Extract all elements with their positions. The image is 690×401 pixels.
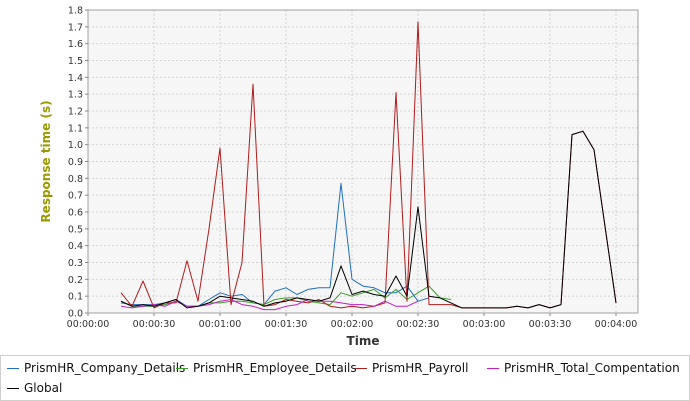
y-tick-label: 1.4 bbox=[68, 73, 83, 84]
chart: 00:00:00 00:00:30 00:01:00 00:01:30 00:02:00… bbox=[0, 0, 690, 401]
y-tick-label: 0.9 bbox=[68, 157, 83, 168]
legend-label-global: Global bbox=[24, 381, 63, 395]
x-tick-label: 00:01:00 bbox=[199, 319, 242, 330]
y-axis-title: Response time (s) bbox=[39, 100, 53, 222]
legend-swatch-total-compentation bbox=[487, 367, 499, 369]
legend: PrismHR_Company_Details PrismHR_Employee… bbox=[0, 355, 690, 401]
legend-swatch-company-details bbox=[7, 367, 19, 369]
y-tick-label: 1.2 bbox=[68, 107, 83, 118]
y-tick-label: 0.6 bbox=[68, 208, 83, 219]
chart-plot: 00:00:00 00:00:30 00:01:00 00:01:30 00:02:00… bbox=[39, 6, 639, 348]
legend-swatch-employee-details bbox=[176, 367, 188, 369]
legend-swatch-global bbox=[7, 387, 19, 389]
x-tick-label: 00:01:30 bbox=[265, 319, 308, 330]
y-tick-label: 0.4 bbox=[68, 241, 83, 252]
y-tick-label: 1.0 bbox=[68, 140, 83, 151]
y-tick-label: 1.5 bbox=[68, 56, 83, 67]
y-tick-label: 0.0 bbox=[68, 309, 83, 320]
plot-area bbox=[88, 10, 638, 313]
y-tick-label: 0.7 bbox=[68, 191, 83, 202]
y-tick-label: 1.7 bbox=[68, 22, 83, 33]
x-tick-label: 00:02:30 bbox=[397, 319, 440, 330]
legend-item-global: Global bbox=[7, 381, 62, 395]
x-tick-label: 00:00:30 bbox=[133, 319, 176, 330]
legend-item-total-compentation: PrismHR_Total_Compentation bbox=[487, 361, 680, 375]
y-tick-label: 0.8 bbox=[68, 174, 83, 185]
y-tick-label: 1.1 bbox=[68, 123, 83, 134]
x-axis-title: Time bbox=[347, 334, 380, 348]
x-tick-label: 00:04:00 bbox=[595, 319, 638, 330]
x-tick-label: 00:03:00 bbox=[463, 319, 506, 330]
legend-label-total-compentation: PrismHR_Total_Compentation bbox=[504, 361, 680, 375]
legend-item-payroll: PrismHR_Payroll bbox=[355, 361, 468, 375]
legend-item-employee-details: PrismHR_Employee_Details bbox=[176, 361, 357, 375]
y-tick-label: 0.5 bbox=[68, 224, 83, 235]
legend-label-employee-details: PrismHR_Employee_Details bbox=[193, 361, 357, 375]
x-tick-label: 00:03:30 bbox=[529, 319, 572, 330]
y-tick-label: 1.6 bbox=[68, 39, 83, 50]
y-tick-label: 0.2 bbox=[68, 275, 83, 286]
y-tick-label: 1.3 bbox=[68, 90, 83, 101]
legend-label-company-details: PrismHR_Company_Details bbox=[24, 361, 186, 375]
y-tick-label: 1.8 bbox=[68, 6, 83, 17]
legend-item-company-details: PrismHR_Company_Details bbox=[7, 361, 185, 375]
y-tick-label: 0.1 bbox=[68, 292, 83, 303]
x-tick-label: 00:02:00 bbox=[331, 319, 374, 330]
legend-label-payroll: PrismHR_Payroll bbox=[372, 361, 469, 375]
legend-swatch-payroll bbox=[355, 367, 367, 369]
y-tick-label: 0.3 bbox=[68, 258, 83, 269]
x-tick-label: 00:00:00 bbox=[67, 319, 110, 330]
